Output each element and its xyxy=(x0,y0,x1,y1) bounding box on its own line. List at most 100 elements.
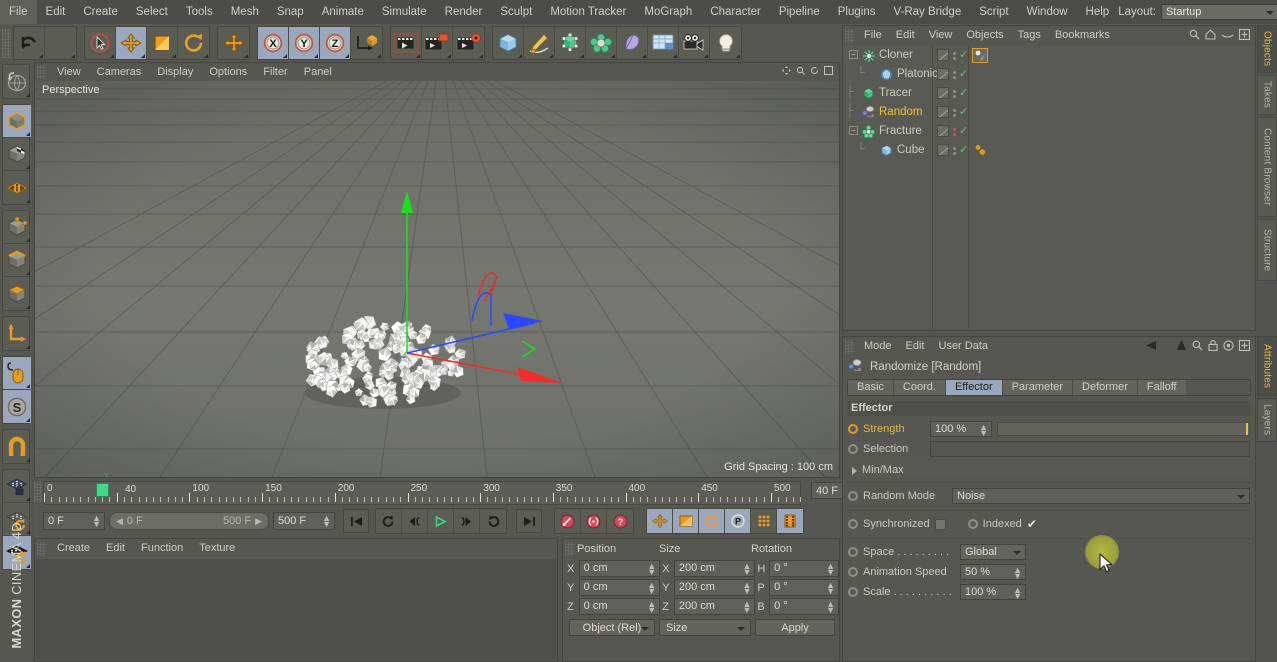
scale-button[interactable] xyxy=(147,27,178,59)
viewport-menu-display[interactable]: Display xyxy=(149,63,201,81)
position-field[interactable]: 0 cm ▲ ▼ xyxy=(578,560,661,577)
display-tag[interactable] xyxy=(937,49,949,61)
visibility-dots[interactable] xyxy=(953,51,956,60)
strength-slider[interactable] xyxy=(997,422,1250,436)
spinner-icon[interactable]: ▲▼ xyxy=(826,600,835,615)
position-field[interactable]: 0 cm ▲ ▼ xyxy=(578,579,661,596)
coordinates-grip[interactable] xyxy=(565,542,574,556)
vertical-tab-objects[interactable]: Objects xyxy=(1257,25,1277,73)
display-tag[interactable] xyxy=(937,144,949,156)
search-icon[interactable] xyxy=(1189,29,1200,43)
range-right-arrow-icon[interactable]: ▶ xyxy=(255,516,262,527)
add-deformer-button[interactable] xyxy=(617,27,648,59)
indexed-checkbox[interactable]: ✔ xyxy=(1027,518,1037,530)
am-menu-mode[interactable]: Mode xyxy=(857,337,899,356)
material-menu-create[interactable]: Create xyxy=(49,539,98,558)
om-menu-tags[interactable]: Tags xyxy=(1011,26,1048,45)
play-button[interactable] xyxy=(428,509,454,533)
search-icon[interactable] xyxy=(1192,340,1203,354)
visibility-dots[interactable] xyxy=(953,70,956,79)
dropdown-corner-icon[interactable] xyxy=(518,54,522,58)
viewport-menu-cameras[interactable]: Cameras xyxy=(89,63,150,81)
object-tree[interactable]: − Cloner ✓ └ Platonic ✓ ├ Tracer ✓ ├ Random ✓ − Fract… xyxy=(844,46,1254,329)
menu-select[interactable]: Select xyxy=(127,0,177,24)
lock-icon[interactable] xyxy=(1208,339,1218,354)
menu-sculpt[interactable]: Sculpt xyxy=(491,0,541,24)
material-menu-function[interactable]: Function xyxy=(133,539,191,558)
visibility-dots[interactable] xyxy=(953,89,956,98)
display-tag[interactable] xyxy=(937,125,949,137)
add-camera-button[interactable] xyxy=(679,27,710,59)
menu-mograph[interactable]: MoGraph xyxy=(635,0,701,24)
menu-help[interactable]: Help xyxy=(1077,0,1119,24)
rewind-loop-button[interactable] xyxy=(376,509,402,533)
object-row-cube[interactable]: └ Cube ✓ xyxy=(844,141,1254,160)
spinner-icon[interactable]: ▲▼ xyxy=(92,514,101,529)
plus-box-icon[interactable] xyxy=(1238,339,1251,354)
rotation-field[interactable]: 0 ° ▲ ▼ xyxy=(769,598,840,615)
start-frame-field[interactable]: 0 F ▲ ▼ xyxy=(43,512,105,530)
dropdown-corner-icon[interactable] xyxy=(314,54,318,58)
dropdown-corner-icon[interactable] xyxy=(26,305,30,309)
dropdown-corner-icon[interactable] xyxy=(26,384,30,388)
om-menu-view[interactable]: View xyxy=(922,26,960,45)
magnet-tool-button[interactable] xyxy=(3,430,31,463)
timeline-playhead[interactable] xyxy=(96,483,110,497)
dropdown-corner-icon[interactable] xyxy=(479,54,483,58)
keyframe-selection-button[interactable]: ? xyxy=(607,509,633,533)
render-view-button[interactable] xyxy=(391,27,422,59)
dropdown-corner-icon[interactable] xyxy=(642,54,646,58)
apply-button[interactable]: Apply xyxy=(755,619,835,636)
dropdown-corner-icon[interactable] xyxy=(26,418,30,422)
range-left-arrow-icon[interactable]: ◀ xyxy=(116,516,123,527)
live-selection-button[interactable] xyxy=(85,27,116,59)
viewport-solo-button[interactable] xyxy=(3,357,31,390)
random-mode-animate-dot[interactable] xyxy=(848,491,858,501)
dropdown-corner-icon[interactable] xyxy=(736,54,740,58)
viewport-3d[interactable]: Y X Z Perspective Grid Spacing : 100 cm xyxy=(35,81,839,477)
dropdown-corner-icon[interactable] xyxy=(447,54,451,58)
om-menu-bookmarks[interactable]: Bookmarks xyxy=(1048,26,1117,45)
autokeying-button[interactable] xyxy=(581,509,607,533)
dropdown-corner-icon[interactable] xyxy=(26,199,30,203)
timeline-grip[interactable] xyxy=(34,482,42,502)
add-spline-button[interactable] xyxy=(524,27,555,59)
animation-speed-animate-dot[interactable] xyxy=(848,567,858,577)
vertical-tab-layers[interactable]: Layers xyxy=(1257,398,1277,442)
timeline-ruler[interactable]: 0 100 150 200 250 300 350 400 450 500 40 xyxy=(43,481,801,505)
add-generator-button[interactable] xyxy=(555,27,586,59)
world-axis-button[interactable] xyxy=(218,27,249,59)
polygons-mode-button[interactable] xyxy=(3,277,31,310)
menu-script[interactable]: Script xyxy=(970,0,1017,24)
display-tag[interactable] xyxy=(937,68,949,80)
space-dropdown[interactable]: Global xyxy=(960,544,1026,560)
dropdown-corner-icon[interactable] xyxy=(549,54,553,58)
attribute-tab-deformer[interactable]: Deformer xyxy=(1073,380,1138,395)
attribute-tab-falloff[interactable]: Falloff xyxy=(1137,380,1186,395)
size-field[interactable]: 200 cm ▲ ▼ xyxy=(673,579,756,596)
material-grip[interactable] xyxy=(37,541,46,556)
menu-v-ray-bridge[interactable]: V-Ray Bridge xyxy=(884,0,970,24)
render-region-button[interactable] xyxy=(422,27,453,59)
dropdown-corner-icon[interactable] xyxy=(26,132,30,136)
dropdown-corner-icon[interactable] xyxy=(172,54,176,58)
menu-window[interactable]: Window xyxy=(1018,0,1077,24)
layout-dropdown[interactable]: Startup xyxy=(1160,4,1277,20)
expand-toggle[interactable]: − xyxy=(849,126,858,135)
dropdown-corner-icon[interactable] xyxy=(416,54,420,58)
dropdown-corner-icon[interactable] xyxy=(39,54,43,58)
menu-edit[interactable]: Edit xyxy=(37,0,75,24)
selection-animate-dot[interactable] xyxy=(848,444,858,454)
cloner-tag-icon[interactable] xyxy=(972,48,988,63)
attribute-manager-grip[interactable] xyxy=(845,339,854,354)
object-manager-grip[interactable] xyxy=(845,28,854,43)
viewport-menu-view[interactable]: View xyxy=(49,63,89,81)
visibility-dots[interactable] xyxy=(953,146,956,155)
coordinate-mode-dropdown[interactable]: Object (Rel) xyxy=(569,619,655,636)
attribute-tab-coord[interactable]: Coord. xyxy=(893,380,946,395)
enabled-check-icon[interactable]: ✓ xyxy=(959,50,968,61)
move-button[interactable] xyxy=(116,27,147,59)
toolbar-grip[interactable] xyxy=(2,28,11,58)
points-mode-button[interactable] xyxy=(3,211,31,244)
enabled-check-icon[interactable]: ✓ xyxy=(959,88,968,99)
